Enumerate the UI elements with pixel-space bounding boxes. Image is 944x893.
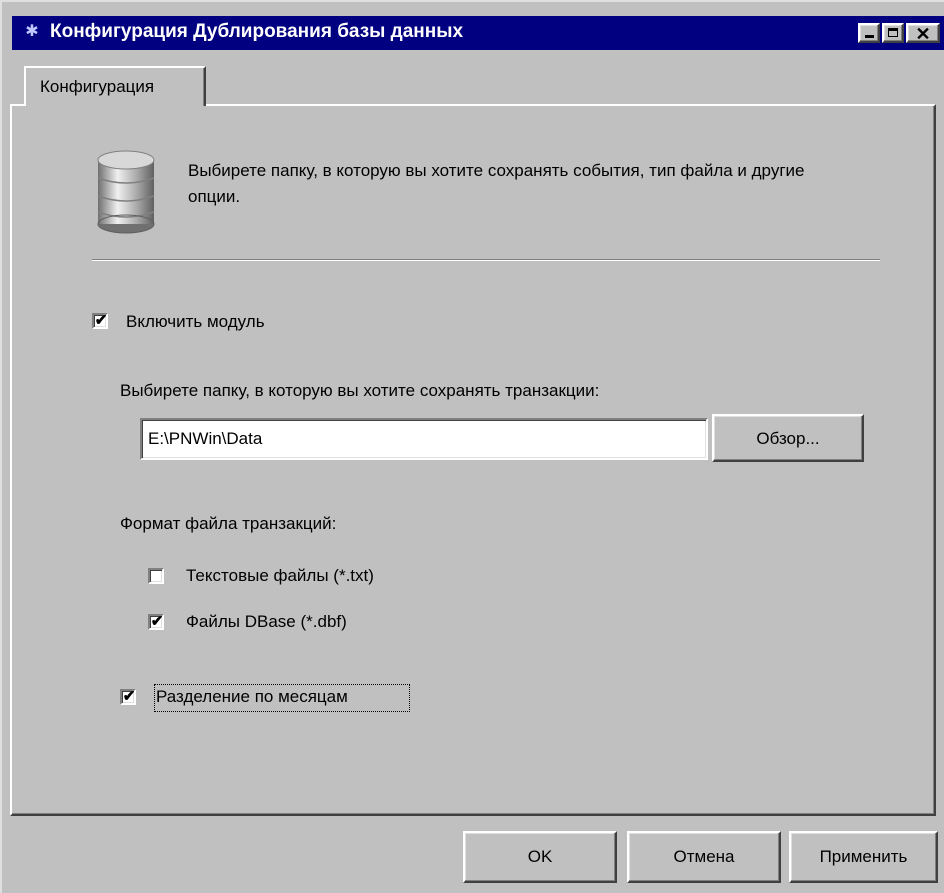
browse-button[interactable]: Обзор... bbox=[712, 414, 864, 462]
cancel-button-label: Отмена bbox=[673, 847, 735, 866]
split-by-month-label[interactable]: Разделение по месяцам bbox=[156, 687, 348, 707]
format-label: Формат файла транзакций: bbox=[120, 514, 337, 533]
apply-button-label: Применить bbox=[819, 847, 908, 866]
close-button[interactable]: ✕ bbox=[906, 23, 940, 44]
dbase-files-checkbox[interactable]: ✔ bbox=[148, 613, 164, 630]
window-title: Конфигурация Дублирования базы данных bbox=[50, 21, 464, 42]
ok-button[interactable]: OK bbox=[463, 831, 617, 883]
database-icon bbox=[97, 150, 155, 234]
minimize-button[interactable] bbox=[858, 23, 880, 43]
close-icon: ✕ bbox=[915, 24, 931, 44]
enable-module-checkbox[interactable]: ✔ bbox=[92, 312, 108, 329]
apply-button[interactable]: Применить bbox=[789, 831, 938, 883]
browse-button-label: Обзор... bbox=[756, 429, 820, 448]
split-by-month-checkbox[interactable]: ✔ bbox=[120, 688, 136, 705]
folder-label: Выбирете папку, в которую вы хотите сохр… bbox=[120, 381, 600, 400]
ok-button-label: OK bbox=[527, 847, 553, 866]
app-icon: ✱ bbox=[25, 23, 39, 40]
folder-path-value: E:\PNWin\Data bbox=[148, 429, 263, 448]
cancel-button[interactable]: Отмена bbox=[627, 831, 781, 883]
tab-label: Конфигурация bbox=[40, 77, 155, 96]
title-bar[interactable]: ✱ Конфигурация Дублирования базы данных … bbox=[12, 16, 944, 50]
checkmark-icon: ✔ bbox=[122, 688, 136, 705]
dbase-files-label[interactable]: Файлы DBase (*.dbf) bbox=[186, 612, 347, 632]
maximize-icon bbox=[888, 28, 898, 37]
checkmark-icon: ✔ bbox=[150, 613, 164, 630]
separator bbox=[92, 259, 880, 261]
minimize-icon bbox=[865, 35, 874, 38]
maximize-button[interactable] bbox=[882, 23, 904, 43]
enable-module-label[interactable]: Включить модуль bbox=[126, 312, 265, 332]
text-files-checkbox[interactable] bbox=[148, 568, 164, 584]
header-description: Выбирете папку, в которую вы хотите сохр… bbox=[188, 161, 805, 206]
tab-configuration[interactable]: Конфигурация bbox=[24, 66, 206, 106]
folder-path-input[interactable]: E:\PNWin\Data bbox=[140, 418, 708, 460]
checkmark-icon: ✔ bbox=[94, 312, 108, 329]
text-files-label[interactable]: Текстовые файлы (*.txt) bbox=[186, 566, 374, 586]
